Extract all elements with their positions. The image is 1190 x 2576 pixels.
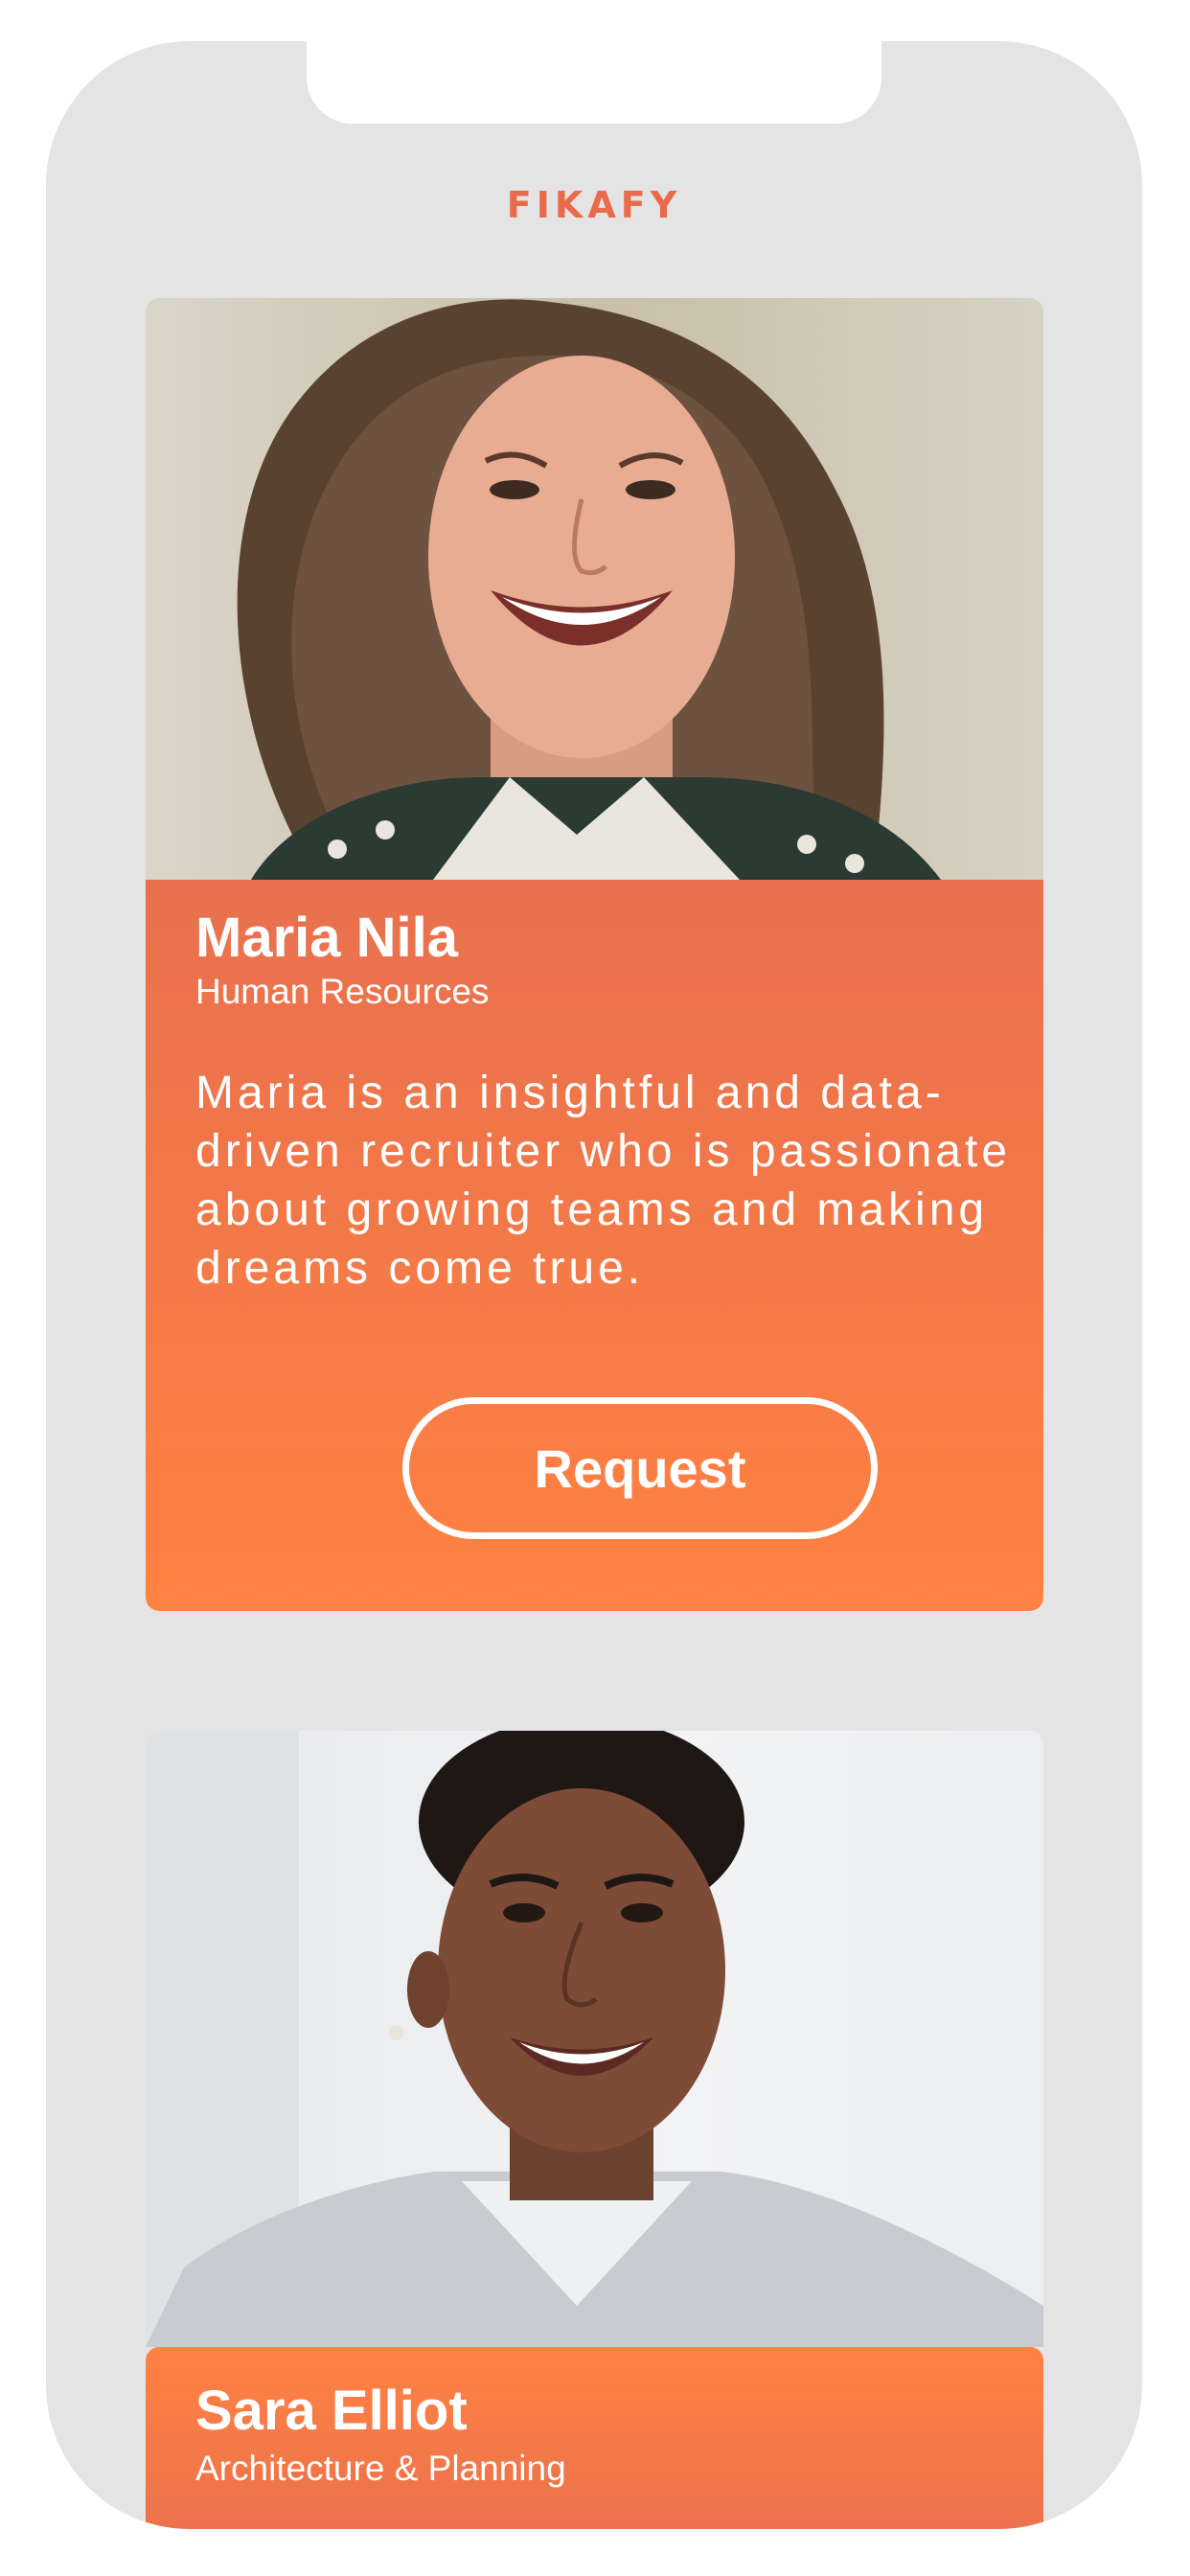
- profile-photo: [146, 298, 1043, 880]
- phone-frame: FIKAFY Maria Nila Human Resources Maria …: [46, 41, 1142, 2529]
- profile-info-panel: Sara Elliot Architecture & Planning: [146, 2347, 1043, 2529]
- profile-card: Sara Elliot Architecture & Planning: [146, 1731, 1043, 2529]
- profile-info-panel: Maria Nila Human Resources Maria is an i…: [146, 880, 1043, 1611]
- profile-card: Maria Nila Human Resources Maria is an i…: [146, 298, 1043, 1611]
- app-logo: FIKAFY: [506, 184, 682, 226]
- profile-department: Human Resources: [195, 972, 490, 1011]
- profile-photo-image: [146, 1731, 1043, 2347]
- profile-name: Maria Nila: [195, 907, 458, 969]
- profile-name: Sara Elliot: [195, 2380, 468, 2442]
- profile-bio: Maria is an insightful and data-driven r…: [195, 1068, 1012, 1294]
- profile-department: Architecture & Planning: [195, 2449, 566, 2488]
- phone-notch: [307, 41, 881, 124]
- profile-photo: [146, 1731, 1043, 2347]
- profile-photo-image: [237, 299, 941, 880]
- request-button[interactable]: Request: [402, 1397, 878, 1539]
